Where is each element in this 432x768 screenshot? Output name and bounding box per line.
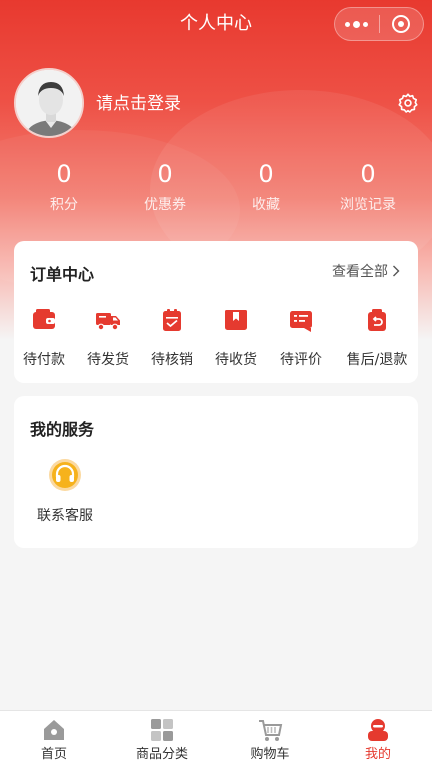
- tab-label: 首页: [40, 747, 67, 762]
- review-icon: [290, 311, 312, 332]
- service-label: 联系客服: [37, 508, 93, 524]
- view-all-orders-link[interactable]: 查看全部: [332, 261, 400, 281]
- wallet-icon: [33, 309, 55, 329]
- order-item-label: 待发货: [87, 352, 129, 368]
- chevron-right-icon: [393, 265, 400, 277]
- order-item-label: 待评价: [280, 352, 322, 368]
- home-icon: [44, 720, 64, 740]
- stat-value: 0: [258, 160, 274, 188]
- stat-label: 收藏: [252, 197, 280, 213]
- tab-label: 商品分类: [135, 747, 188, 762]
- clipboard-check-icon: [163, 309, 181, 331]
- order-item-label: 售后/退款: [346, 352, 408, 368]
- stat-label: 优惠券: [144, 197, 186, 213]
- more-button[interactable]: [335, 8, 379, 40]
- category-icon: [151, 719, 173, 741]
- order-item-label: 待核销: [151, 352, 193, 368]
- more-dots-icon: [345, 20, 369, 28]
- target-icon: [392, 15, 411, 33]
- refund-icon: [368, 309, 386, 331]
- avatar[interactable]: [14, 68, 84, 138]
- close-miniprogram-button[interactable]: [379, 8, 423, 40]
- view-all-label: 查看全部: [332, 264, 388, 280]
- order-after-sales[interactable]: 售后/退款: [342, 306, 412, 370]
- mini-program-capsule: [334, 7, 424, 41]
- settings-gear-icon[interactable]: [397, 92, 419, 114]
- order-pending-payment[interactable]: 待付款: [13, 306, 75, 370]
- service-contact-support[interactable]: 联系客服: [30, 458, 100, 526]
- stat-favorites[interactable]: 0 收藏: [212, 158, 320, 216]
- tab-cart[interactable]: 购物车: [216, 711, 324, 768]
- tab-home[interactable]: 首页: [0, 711, 108, 768]
- tab-mine[interactable]: 我的: [324, 711, 432, 768]
- stat-coupons[interactable]: 0 优惠券: [111, 158, 219, 216]
- stat-value: 0: [56, 160, 72, 188]
- order-center-title: 订单中心: [30, 265, 95, 284]
- tab-category[interactable]: 商品分类: [108, 711, 216, 768]
- order-item-label: 待收货: [215, 352, 257, 368]
- order-item-label: 待付款: [23, 352, 65, 368]
- tab-label: 购物车: [250, 747, 290, 762]
- stat-history[interactable]: 0 浏览记录: [314, 158, 422, 216]
- bottom-tab-bar: 首页 商品分类 购物车 我的: [0, 710, 432, 768]
- order-pending-review[interactable]: 待评价: [270, 306, 332, 370]
- stat-value: 0: [360, 160, 376, 188]
- login-prompt[interactable]: 请点击登录: [96, 92, 181, 116]
- stat-label: 浏览记录: [340, 197, 396, 213]
- stat-points[interactable]: 0 积分: [10, 158, 118, 216]
- box-icon: [225, 310, 247, 330]
- order-pending-receipt[interactable]: 待收货: [205, 306, 267, 370]
- profile-icon: [368, 719, 388, 741]
- cart-icon: [259, 720, 283, 741]
- order-pending-verification[interactable]: 待核销: [141, 306, 203, 370]
- headset-icon: [49, 459, 81, 491]
- order-pending-shipment[interactable]: 待发货: [77, 306, 139, 370]
- stat-value: 0: [157, 160, 173, 188]
- truck-icon: [96, 313, 120, 331]
- my-services-title: 我的服务: [30, 420, 95, 439]
- tab-label: 我的: [364, 747, 391, 762]
- stat-label: 积分: [50, 197, 78, 213]
